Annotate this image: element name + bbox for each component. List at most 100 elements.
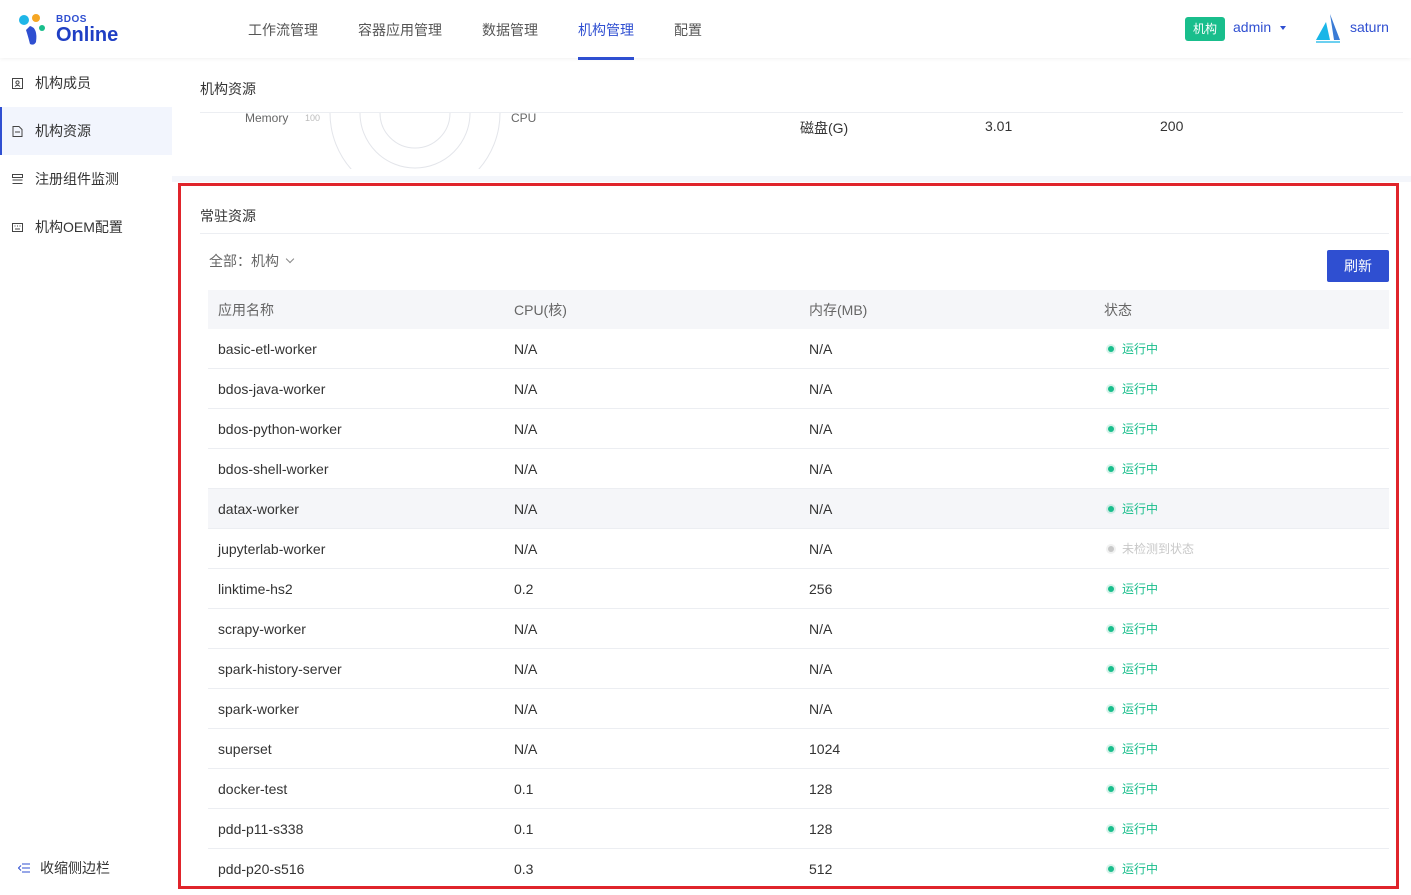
table-row[interactable]: datax-worker N/A N/A 运行中 bbox=[208, 489, 1389, 529]
cell-app-name: bdos-java-worker bbox=[218, 380, 326, 397]
nav-config[interactable]: 配置 bbox=[654, 0, 722, 58]
cell-cpu: N/A bbox=[514, 700, 538, 717]
cell-memory: N/A bbox=[809, 380, 833, 397]
cell-app-name: spark-worker bbox=[218, 700, 299, 717]
app-logo[interactable]: BDOS Online bbox=[16, 10, 126, 50]
cell-app-name: bdos-python-worker bbox=[218, 420, 342, 437]
logo-big-text: Online bbox=[56, 24, 119, 46]
cell-app-name: spark-history-server bbox=[218, 660, 342, 677]
cell-memory: 1024 bbox=[809, 740, 841, 757]
cell-memory: 128 bbox=[809, 780, 833, 797]
table-body: basic-etl-worker N/A N/A 运行中 bdos-java-worke… bbox=[208, 329, 1389, 889]
nav-workflow[interactable]: 工作流管理 bbox=[228, 0, 338, 58]
status-dot-icon bbox=[1108, 385, 1114, 392]
collapse-sidebar-label: 收缩侧边栏 bbox=[40, 860, 110, 876]
status-dot-icon bbox=[1108, 745, 1114, 752]
status-dot-icon bbox=[1108, 505, 1114, 512]
cell-app-name: pdd-p11-s338 bbox=[218, 820, 304, 837]
disk-used: 3.01 bbox=[985, 118, 1013, 134]
cell-memory: N/A bbox=[809, 700, 833, 717]
status-badge: 运行中 bbox=[1122, 382, 1159, 396]
sidebar-item-label: 注册组件监测 bbox=[35, 171, 119, 187]
resident-resources-table: 应用名称 CPU(核) 内存(MB) 状态 basic-etl-worker N/… bbox=[208, 290, 1389, 889]
main-nav: 工作流管理 容器应用管理 数据管理 机构管理 配置 bbox=[228, 0, 722, 60]
column-header-name: 应用名称 bbox=[218, 301, 274, 318]
sidebar: 机构成员 机构资源 注册组件监测 机构OEM配置 收缩侧边栏 bbox=[0, 58, 172, 895]
table-row[interactable]: linktime-hs2 0.2 256 运行中 bbox=[208, 569, 1389, 609]
cell-status: 运行中 bbox=[1094, 620, 1389, 637]
sidebar-item-resources[interactable]: 机构资源 bbox=[0, 107, 172, 155]
cell-cpu: 0.1 bbox=[514, 780, 534, 797]
status-badge: 运行中 bbox=[1122, 782, 1159, 796]
cell-cpu: N/A bbox=[514, 540, 538, 557]
list-icon bbox=[12, 173, 23, 184]
status-dot-icon bbox=[1108, 825, 1114, 832]
table-row[interactable]: spark-history-server N/A N/A 运行中 bbox=[208, 649, 1389, 689]
cell-cpu: N/A bbox=[514, 620, 538, 637]
cell-app-name: docker-test bbox=[218, 780, 288, 797]
table-row[interactable]: bdos-python-worker N/A N/A 运行中 bbox=[208, 409, 1389, 449]
status-badge: 运行中 bbox=[1122, 662, 1159, 676]
scope-filter-dropdown[interactable]: 全部：机构 bbox=[209, 251, 295, 271]
status-badge: 未检测到状态 bbox=[1122, 542, 1195, 556]
chevron-down-icon bbox=[285, 254, 295, 264]
cell-cpu: N/A bbox=[514, 660, 538, 677]
top-header: BDOS Online 工作流管理 容器应用管理 数据管理 机构管理 配置 机构 adm… bbox=[0, 0, 1411, 60]
org-resources-title: 机构资源 bbox=[200, 81, 256, 97]
resident-resources-title: 常驻资源 bbox=[200, 208, 256, 224]
nav-org[interactable]: 机构管理 bbox=[558, 0, 654, 60]
cell-status: 运行中 bbox=[1094, 740, 1389, 757]
table-row[interactable]: jupyterlab-worker N/A N/A 未检测到状态 bbox=[208, 529, 1389, 569]
scope-filter-label: 全部：机构 bbox=[209, 253, 279, 269]
sidebar-item-members[interactable]: 机构成员 bbox=[0, 59, 172, 107]
sidebar-item-monitor[interactable]: 注册组件监测 bbox=[0, 155, 172, 203]
table-row[interactable]: spark-worker N/A N/A 运行中 bbox=[208, 689, 1389, 729]
cell-cpu: N/A bbox=[514, 460, 538, 477]
cpu-gauge-label: CPU bbox=[511, 111, 537, 125]
logo-mark-icon bbox=[19, 14, 45, 45]
cell-cpu: N/A bbox=[514, 500, 538, 517]
project-switcher[interactable]: saturn bbox=[1350, 19, 1389, 35]
cell-status: 运行中 bbox=[1094, 580, 1389, 597]
table-row[interactable]: bdos-java-worker N/A N/A 运行中 bbox=[208, 369, 1389, 409]
nav-container-apps[interactable]: 容器应用管理 bbox=[338, 0, 462, 58]
table-row[interactable]: pdd-p11-s338 0.1 128 运行中 bbox=[208, 809, 1389, 849]
status-badge: 运行中 bbox=[1122, 462, 1159, 476]
table-row[interactable]: superset N/A 1024 运行中 bbox=[208, 729, 1389, 769]
status-badge: 运行中 bbox=[1122, 502, 1159, 516]
cell-status: 运行中 bbox=[1094, 820, 1389, 837]
table-row[interactable]: docker-test 0.1 128 运行中 bbox=[208, 769, 1389, 809]
cell-memory: N/A bbox=[809, 660, 833, 677]
cell-status: 未检测到状态 bbox=[1094, 540, 1389, 557]
status-dot-icon bbox=[1108, 625, 1114, 632]
status-dot-icon bbox=[1108, 865, 1114, 872]
cell-memory: 128 bbox=[809, 820, 833, 837]
cell-cpu: 0.1 bbox=[514, 820, 534, 837]
cell-app-name: scrapy-worker bbox=[218, 620, 306, 637]
table-row[interactable]: bdos-shell-worker N/A N/A 运行中 bbox=[208, 449, 1389, 489]
status-badge: 运行中 bbox=[1122, 582, 1159, 596]
table-row[interactable]: scrapy-worker N/A N/A 运行中 bbox=[208, 609, 1389, 649]
user-card-icon bbox=[12, 77, 23, 89]
table-row[interactable]: basic-etl-worker N/A N/A 运行中 bbox=[208, 329, 1389, 369]
caret-down-icon[interactable] bbox=[1280, 26, 1286, 30]
table-row[interactable]: pdd-p20-s516 0.3 512 运行中 bbox=[208, 849, 1389, 889]
sidebar-item-oem[interactable]: 机构OEM配置 bbox=[0, 203, 172, 251]
cell-status: 运行中 bbox=[1094, 420, 1389, 437]
project-logo-icon bbox=[1316, 14, 1340, 43]
status-badge: 运行中 bbox=[1122, 742, 1159, 756]
nav-data[interactable]: 数据管理 bbox=[462, 0, 558, 58]
status-badge: 运行中 bbox=[1122, 342, 1159, 356]
cell-status: 运行中 bbox=[1094, 340, 1389, 357]
collapse-sidebar-button[interactable]: 收缩侧边栏 bbox=[18, 858, 110, 878]
refresh-button[interactable]: 刷新 bbox=[1327, 250, 1389, 282]
cell-cpu: N/A bbox=[514, 340, 538, 357]
memory-gauge bbox=[329, 113, 501, 169]
cell-status: 运行中 bbox=[1094, 380, 1389, 397]
memory-gauge-label: Memory bbox=[245, 111, 289, 125]
cell-memory: N/A bbox=[809, 460, 833, 477]
cell-app-name: linktime-hs2 bbox=[218, 580, 293, 597]
column-header-memory: 内存(MB) bbox=[809, 301, 868, 318]
user-menu[interactable]: admin bbox=[1233, 19, 1271, 35]
cell-status: 运行中 bbox=[1094, 460, 1389, 477]
